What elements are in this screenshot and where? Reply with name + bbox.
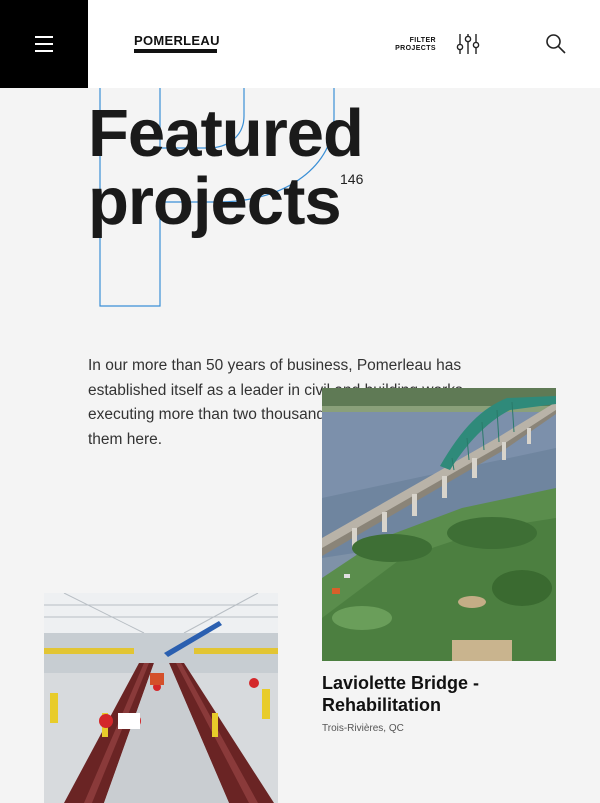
project-count: 146	[340, 171, 364, 187]
filter-label-line-1: FILTER	[409, 37, 436, 44]
site-header: POMERLEAU FILTER PROJECTS	[0, 0, 600, 88]
rail-facility-photo	[44, 593, 278, 803]
bridge-photo	[322, 388, 556, 661]
hamburger-icon-line-3	[35, 50, 53, 52]
hamburger-icon-line-1	[35, 36, 53, 38]
hamburger-icon-line-2	[35, 43, 53, 45]
project-image-laviolette-bridge[interactable]	[322, 388, 556, 661]
filter-projects-button[interactable]: FILTER PROJECTS	[393, 37, 436, 53]
project-location: Trois-Rivières, QC	[322, 723, 404, 734]
logo[interactable]: POMERLEAU	[134, 33, 220, 48]
page-title-line-2: projects	[88, 164, 342, 239]
filter-sliders-icon[interactable]	[456, 32, 480, 56]
logo-underline	[134, 49, 217, 53]
project-image-rail-maintenance[interactable]	[44, 593, 278, 803]
search-icon[interactable]	[544, 32, 568, 56]
page-title-line-1: Featured	[88, 96, 364, 171]
page-title: Featured projects	[88, 100, 364, 239]
menu-button[interactable]	[0, 0, 88, 88]
project-title-laviolette-bridge[interactable]: Laviolette Bridge - Rehabilitation	[322, 672, 562, 716]
filter-label-line-2: PROJECTS	[395, 45, 436, 52]
